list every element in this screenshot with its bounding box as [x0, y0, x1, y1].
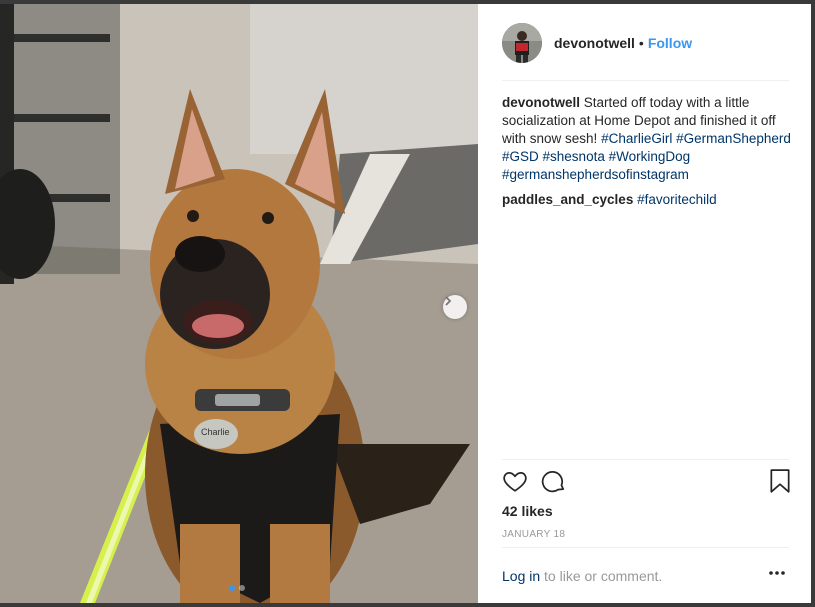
hashtag-link[interactable]: #CharlieGirl: [601, 131, 672, 146]
hashtag-link[interactable]: #favoritechild: [637, 192, 717, 207]
hashtag-link[interactable]: #germanshepherdsofinstagram: [502, 167, 689, 182]
carousel-dot: [239, 585, 245, 591]
post-date[interactable]: JANUARY 18: [502, 529, 565, 540]
comment-item: paddles_and_cycles #favoritechild: [502, 191, 792, 209]
header-separator: •: [638, 34, 644, 51]
login-link[interactable]: Log in: [502, 568, 540, 584]
comment-footer: Log in to like or comment.: [502, 568, 792, 584]
post-details-panel: devonotwell • Follow devonotwell Started…: [478, 4, 811, 603]
footer-divider: [502, 547, 789, 548]
comment-username[interactable]: paddles_and_cycles: [502, 192, 633, 207]
hashtag-link[interactable]: #GermanShepherd: [676, 131, 791, 146]
actions-divider: [502, 459, 789, 460]
header-username[interactable]: devonotwell: [554, 35, 635, 51]
dog-tag-label: Charlie: [201, 427, 230, 437]
hashtag-link[interactable]: #shesnota: [543, 149, 605, 164]
heart-icon[interactable]: [502, 468, 528, 494]
post-modal: Charlie devonotwell • Follow devonotwell…: [0, 0, 815, 607]
dog-photo-illustration: [0, 4, 478, 603]
carousel-indicators: [229, 585, 245, 591]
bookmark-icon[interactable]: [768, 468, 792, 494]
carousel-dot-active: [229, 585, 235, 591]
post-photo[interactable]: Charlie: [0, 4, 478, 603]
chevron-right-icon: [445, 296, 452, 306]
hashtag-link[interactable]: #GSD: [502, 149, 539, 164]
more-options-icon[interactable]: [768, 570, 786, 576]
carousel-next-button[interactable]: [443, 295, 467, 319]
header-divider: [502, 80, 789, 81]
avatar-image: [502, 22, 542, 63]
follow-button[interactable]: Follow: [648, 35, 692, 51]
login-prompt-text: to like or comment.: [544, 568, 663, 584]
post-header: devonotwell • Follow: [478, 4, 811, 81]
hashtag-link[interactable]: #WorkingDog: [609, 149, 691, 164]
post-actions: [502, 468, 792, 500]
likes-count[interactable]: 42 likes: [502, 503, 553, 519]
comment-icon[interactable]: [541, 468, 567, 494]
post-caption: devonotwell Started off today with a lit…: [502, 94, 792, 184]
avatar[interactable]: [502, 22, 542, 63]
caption-username[interactable]: devonotwell: [502, 95, 580, 110]
